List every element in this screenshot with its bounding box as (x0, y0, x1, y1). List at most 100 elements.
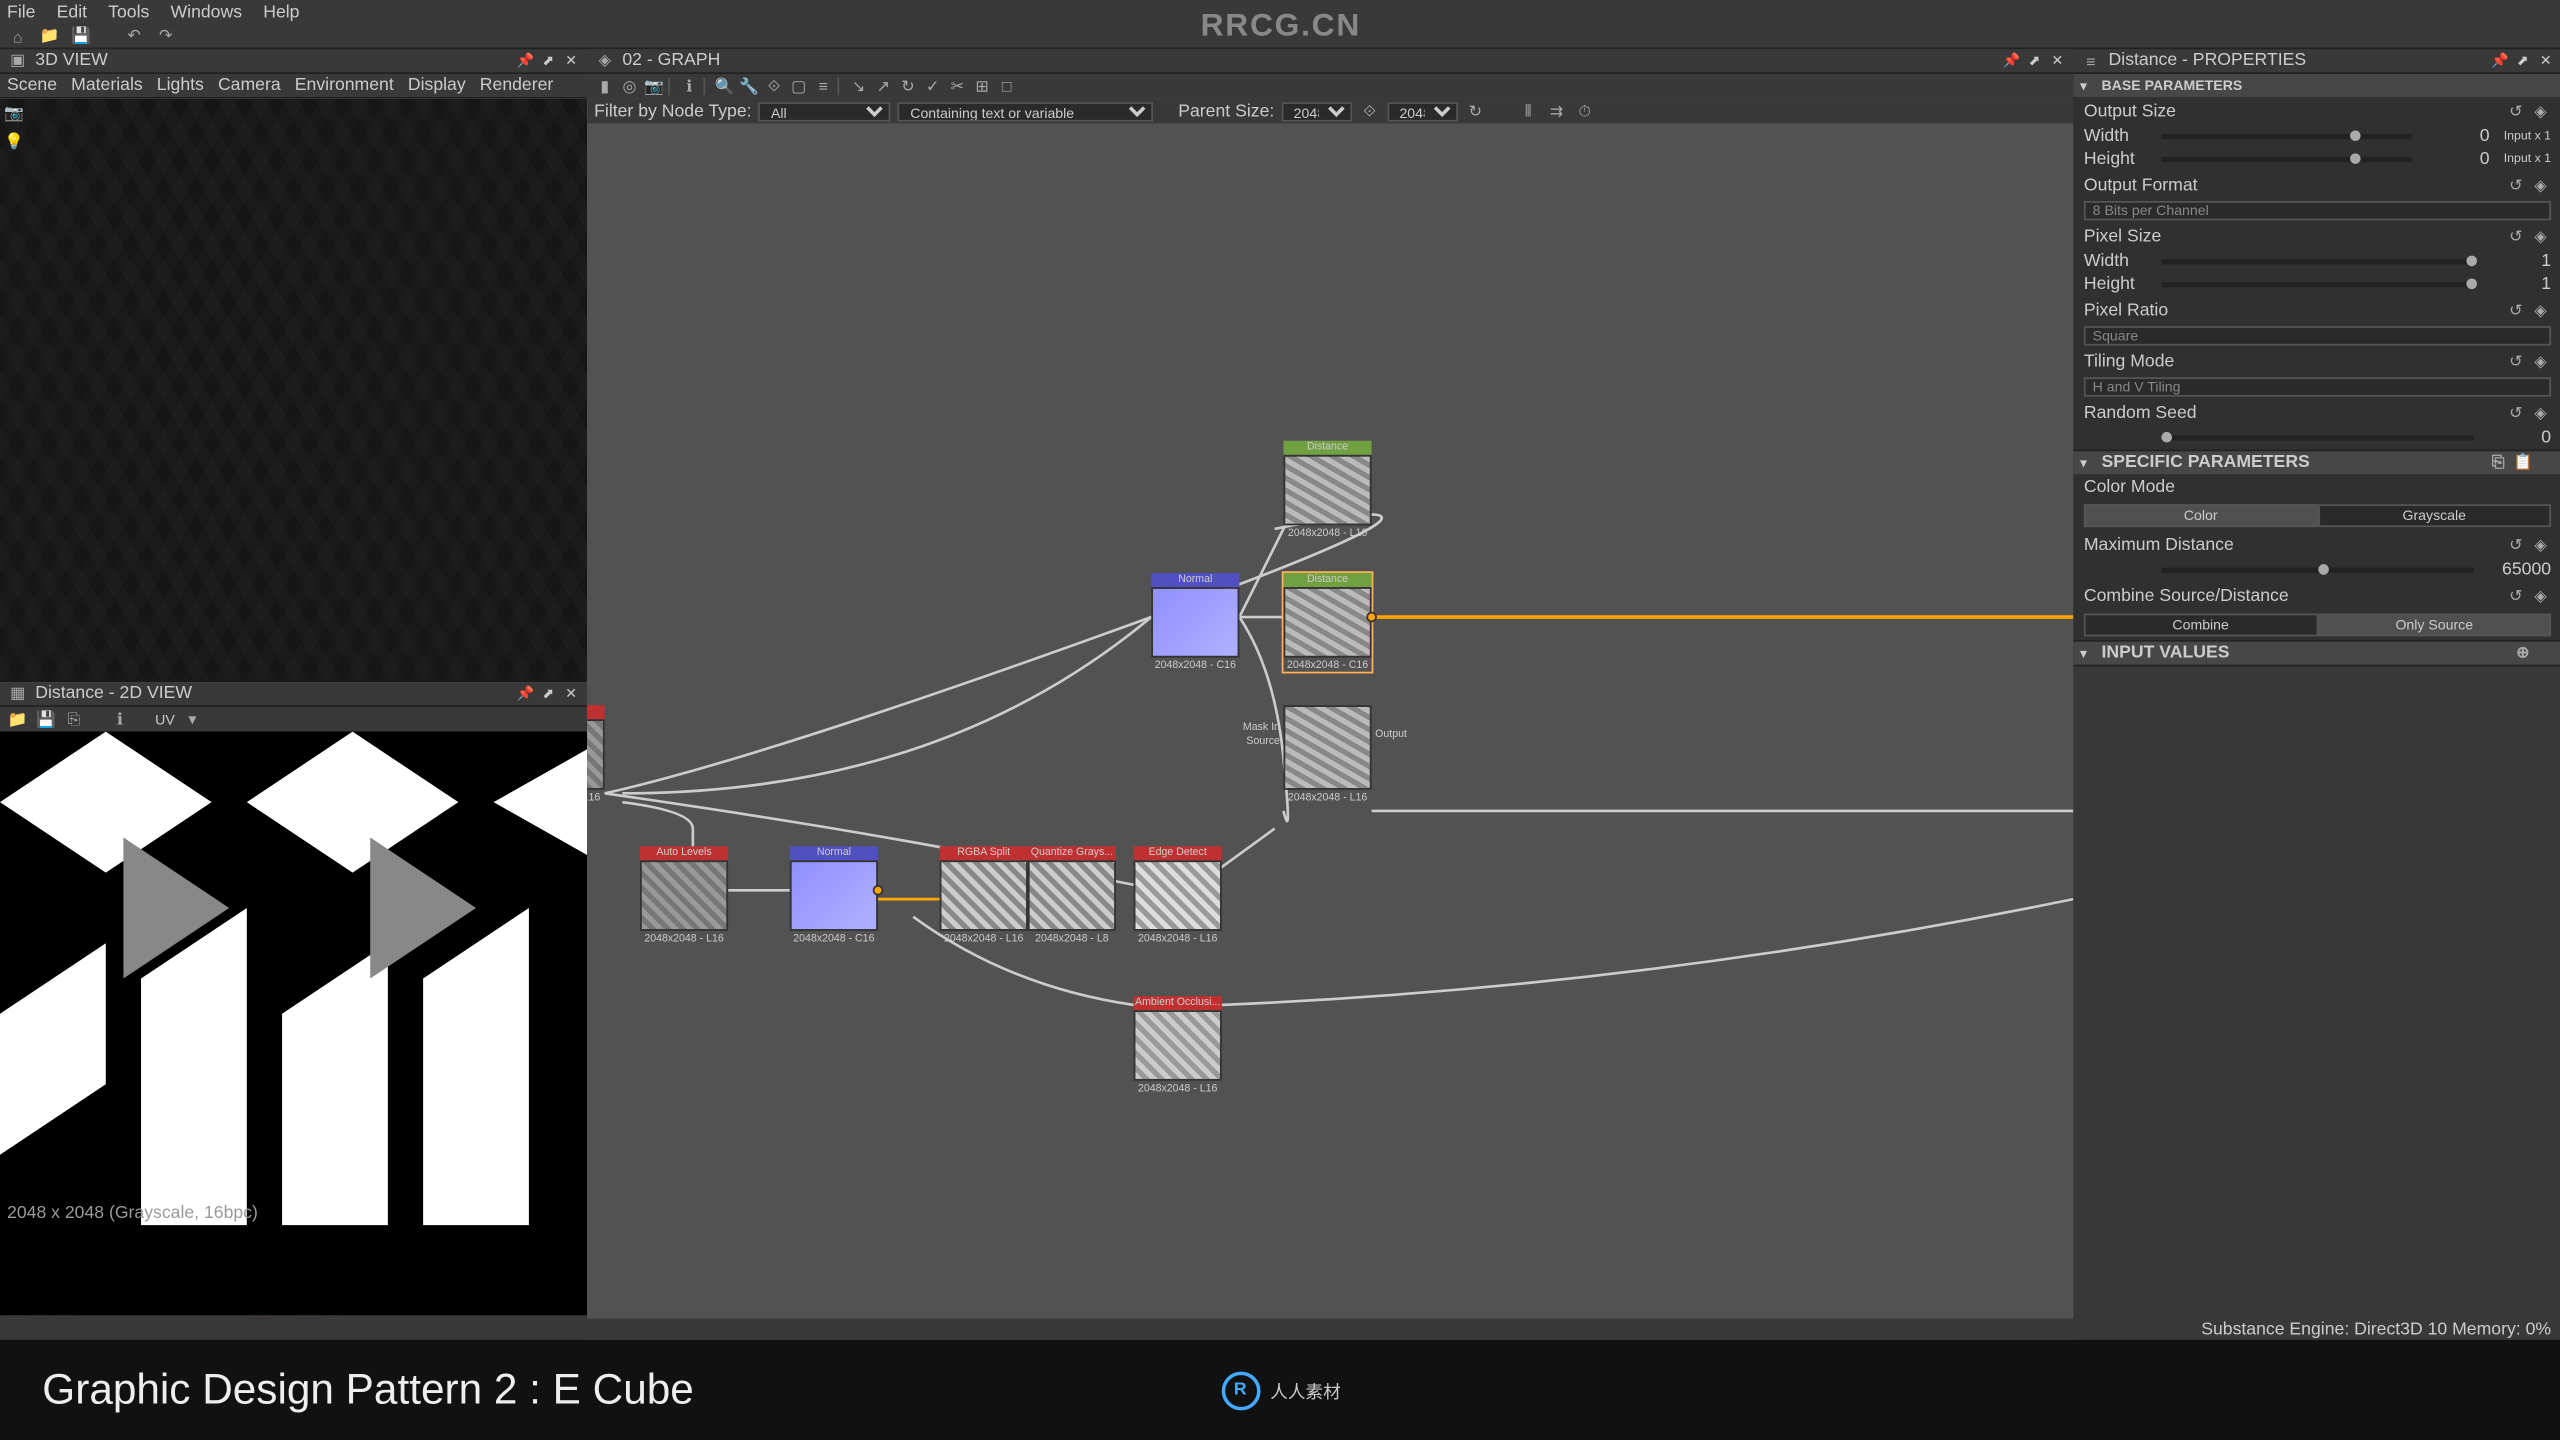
timing-icon[interactable]: ⏱ (1574, 100, 1595, 121)
expose-icon[interactable]: ◈ (2530, 351, 2551, 372)
val-width[interactable]: 0 (2419, 127, 2490, 146)
copy-icon[interactable]: ⎘ (63, 709, 84, 730)
slider-max-dist[interactable] (2161, 568, 2473, 573)
pin-icon[interactable]: 📌 (2003, 52, 2021, 70)
val-max-dist[interactable]: 65000 (2481, 561, 2552, 580)
save-icon[interactable]: 💾 (71, 26, 92, 47)
slider-seed[interactable] (2161, 435, 2473, 440)
2d-viewport[interactable]: 2048 x 2048 (Grayscale, 16bpc) (0, 732, 587, 1316)
align-icon[interactable]: ≡ (813, 76, 834, 97)
reset-icon[interactable]: ↺ (2505, 300, 2526, 321)
camera-icon[interactable]: 📷 (643, 76, 664, 97)
sub-scene[interactable]: Scene (7, 76, 57, 95)
undo-icon[interactable]: ↶ (123, 26, 144, 47)
node-ao[interactable]: Ambient Occlusi... 2048x2048 - L16 (1134, 996, 1222, 1095)
node-normal-2[interactable]: Normal 2048x2048 - C16 (790, 846, 878, 945)
section-specific[interactable]: SPECIFIC PARAMETERS⎘📋 (2073, 451, 2560, 474)
add-icon[interactable]: ⊕ (2512, 643, 2533, 664)
node-blend[interactable]: Mask In Source Output 2048x2048 - L16 (1283, 705, 1371, 804)
search-icon[interactable]: 🔍 (714, 76, 735, 97)
copy-icon[interactable]: ⎘ (2488, 452, 2509, 473)
paste-icon[interactable]: 📋 (2512, 452, 2533, 473)
reset-icon[interactable]: ↺ (2505, 585, 2526, 606)
dropdown-output-format[interactable]: 8 Bits per Channel (2084, 201, 2551, 220)
btn-grayscale[interactable]: Grayscale (2317, 504, 2551, 527)
info-icon[interactable]: ℹ (679, 76, 700, 97)
link-dim-icon[interactable]: ⟐ (1359, 100, 1380, 121)
sub-display[interactable]: Display (408, 76, 466, 95)
arrow-in-icon[interactable]: ↘ (848, 76, 869, 97)
expose-icon[interactable]: ◈ (2530, 100, 2551, 121)
slider-width[interactable] (2161, 134, 2412, 139)
cut-icon[interactable]: ✂ (947, 76, 968, 97)
camera-icon[interactable]: 📷 (4, 102, 25, 123)
folder-icon[interactable]: 📁 (7, 709, 28, 730)
sub-materials[interactable]: Materials (71, 76, 143, 95)
close-icon[interactable]: ✕ (562, 52, 580, 70)
menu-windows[interactable]: Windows (171, 3, 243, 22)
expose-icon[interactable]: ◈ (2530, 402, 2551, 423)
menu-edit[interactable]: Edit (57, 3, 87, 22)
frame-icon[interactable]: ▢ (788, 76, 809, 97)
square-icon[interactable]: □ (996, 76, 1017, 97)
save-icon[interactable]: 💾 (35, 709, 56, 730)
node-quantize[interactable]: Quantize Grays... 2048x2048 - L8 (1028, 846, 1116, 945)
expose-icon[interactable]: ◈ (2530, 175, 2551, 196)
pin-icon[interactable]: 📌 (517, 52, 535, 70)
dropdown-pixel-ratio[interactable]: Square (2084, 326, 2551, 345)
parent-size-w[interactable]: 2048 (1281, 101, 1352, 120)
slider-height[interactable] (2161, 157, 2412, 162)
refresh-icon[interactable]: ↻ (1465, 100, 1486, 121)
target-icon[interactable]: ◎ (619, 76, 640, 97)
arrow-out-icon[interactable]: ↗ (873, 76, 894, 97)
toggle-combine[interactable]: Combine Only Source (2084, 614, 2551, 637)
reset-icon[interactable]: ↺ (2505, 100, 2526, 121)
val-ps-width[interactable]: 1 (2481, 252, 2552, 271)
close-icon[interactable]: ✕ (2049, 52, 2067, 70)
grid-icon[interactable]: ⊞ (971, 76, 992, 97)
popout-icon[interactable]: ⬈ (2026, 52, 2044, 70)
expose-icon[interactable]: ◈ (2530, 226, 2551, 247)
light-icon[interactable]: 💡 (4, 130, 25, 151)
btn-color[interactable]: Color (2084, 504, 2318, 527)
sub-lights[interactable]: Lights (157, 76, 204, 95)
sub-camera[interactable]: Camera (218, 76, 281, 95)
pin-icon[interactable]: 📌 (2491, 52, 2509, 70)
pin-icon[interactable]: 📌 (517, 685, 535, 703)
expose-icon[interactable]: ◈ (2530, 300, 2551, 321)
sub-renderer[interactable]: Renderer (480, 76, 554, 95)
val-height[interactable]: 0 (2419, 150, 2490, 169)
refresh-icon[interactable]: ↻ (897, 76, 918, 97)
node-normal[interactable]: Normal 2048x2048 - C16 (1151, 573, 1239, 672)
slider-ps-width[interactable] (2161, 259, 2473, 264)
reset-icon[interactable]: ↺ (2505, 402, 2526, 423)
section-base-params[interactable]: BASE PARAMETERS (2073, 74, 2560, 97)
wrench-icon[interactable]: 🔧 (739, 76, 760, 97)
menu-file[interactable]: File (7, 3, 35, 22)
uv-label[interactable]: UV (155, 711, 175, 727)
slider-ps-height[interactable] (2161, 282, 2473, 287)
parent-size-h[interactable]: 2048 (1387, 101, 1458, 120)
btn-only-source[interactable]: Only Source (2317, 614, 2551, 637)
node-distance-2[interactable]: Distance 2048x2048 - C16 (1283, 573, 1371, 672)
reset-icon[interactable]: ↺ (2505, 226, 2526, 247)
node-distance-1[interactable]: Distance 2048x2048 - L16 (1283, 441, 1371, 540)
close-icon[interactable]: ✕ (562, 685, 580, 703)
popout-icon[interactable]: ⬈ (539, 52, 557, 70)
val-seed[interactable]: 0 (2481, 428, 2552, 447)
node-rgbasplit[interactable]: RGBA Split 2048x2048 - L16 (940, 846, 1028, 945)
reset-icon[interactable]: ↺ (2505, 351, 2526, 372)
popout-icon[interactable]: ⬈ (539, 685, 557, 703)
home-icon[interactable]: ⌂ (7, 26, 28, 47)
menu-tools[interactable]: Tools (108, 3, 149, 22)
reset-icon[interactable]: ↺ (2505, 175, 2526, 196)
dots-icon[interactable]: ⦀ (1518, 100, 1539, 121)
expose-icon[interactable]: ◈ (2530, 534, 2551, 555)
node-autolevels[interactable]: Auto Levels 2048x2048 - L16 (640, 846, 728, 945)
redo-icon[interactable]: ↷ (155, 26, 176, 47)
btn-combine[interactable]: Combine (2084, 614, 2318, 637)
3d-viewport[interactable]: 📷 💡 (0, 99, 587, 683)
sub-environment[interactable]: Environment (295, 76, 394, 95)
info-icon[interactable]: ℹ (109, 709, 130, 730)
open-icon[interactable]: 📁 (39, 26, 60, 47)
